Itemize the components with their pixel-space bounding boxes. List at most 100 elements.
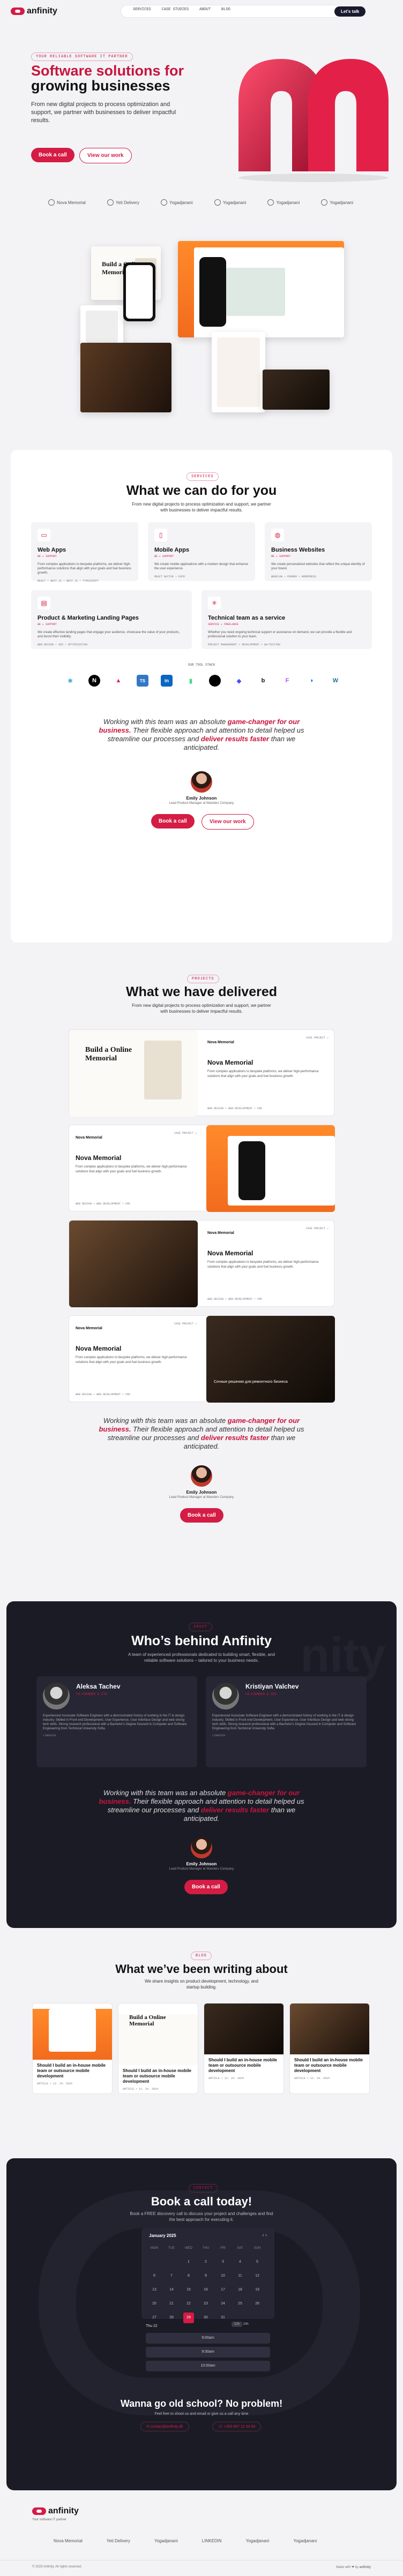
service-card-web-apps[interactable]: ▭ Web Apps WE ▸ SUPPORT From complex appl… <box>31 522 138 583</box>
testimonial-name: Emily Johnson <box>186 796 217 801</box>
calendar-day[interactable]: 23 <box>200 2299 211 2309</box>
hero-book-call-button[interactable]: Book a call <box>31 148 74 162</box>
service-card-tech-team[interactable]: ✳ Technical team as a service SERVICE ▸ F… <box>202 590 372 649</box>
weekday-label: TUE <box>168 2247 175 2250</box>
android-icon: ▮ <box>189 677 193 684</box>
logo-mark-icon <box>32 2507 46 2515</box>
service-card-landing-pages[interactable]: ▤ Product & Marketing Landing Pages WE ▸ … <box>31 590 192 649</box>
next-month-icon[interactable]: › <box>265 2232 267 2238</box>
footer-client-logo: Yogadjanani <box>154 2539 178 2543</box>
blog-section: BLOG What we’ve been writing about We sh… <box>0 1949 403 2164</box>
calendar-day[interactable]: 5 <box>252 2257 263 2268</box>
blog-post-card[interactable]: Should I build an in-house mobile team o… <box>289 2003 370 2094</box>
project-card[interactable]: Nova Memorial CASE PROJECT ↗ Nova Memoria… <box>69 1125 335 1212</box>
hero-view-work-button[interactable]: View our work <box>79 148 132 163</box>
calendar-day[interactable]: 31 <box>218 2313 228 2323</box>
footer-client-logo: LINKEDIN <box>202 2539 222 2543</box>
showcase-phone-shot <box>123 262 155 321</box>
showcase-photo-shot <box>80 343 171 412</box>
client-logo: Yogadjanani <box>321 199 353 206</box>
bootstrap-icon: b <box>261 677 265 684</box>
testimonial-role: Lead Product Manager at Wanders Company <box>169 1867 234 1871</box>
time-slot[interactable]: 9:00am <box>146 2333 270 2344</box>
calendar-day[interactable]: 27 <box>149 2313 160 2323</box>
calendar-day[interactable]: 8 <box>183 2271 194 2281</box>
blog-post-card[interactable]: Build a Online Memorial Should I build a… <box>118 2003 198 2094</box>
calendar-day[interactable]: 20 <box>149 2299 160 2309</box>
calendar-day[interactable]: 10 <box>218 2271 228 2281</box>
calendar-day[interactable]: 21 <box>166 2299 177 2309</box>
calendar-day[interactable]: 16 <box>200 2285 211 2295</box>
calendar-nav: ‹ › <box>262 2232 267 2238</box>
project-card[interactable]: Build a Online Memorial Nova Memorial CASE… <box>69 1029 334 1117</box>
calendar-day[interactable]: 6 <box>149 2271 160 2281</box>
calendar-day[interactable]: 13 <box>149 2285 160 2295</box>
calendar-day[interactable]: 22 <box>183 2299 194 2309</box>
hero-title: Software solutions for growing businesses <box>31 63 184 94</box>
project-text: Nova Memorial CASE PROJECT ↗ Nova Memoria… <box>207 1036 329 1110</box>
phone-icon: ☏ <box>218 2425 224 2429</box>
time-slot[interactable]: 10:00am <box>146 2361 270 2371</box>
calendar-day[interactable]: 3 <box>218 2257 228 2268</box>
calendar-day[interactable]: 18 <box>235 2285 245 2295</box>
testimonial-quote: Working with this team was an absolute g… <box>99 718 304 751</box>
time-slot[interactable]: 9:30am <box>146 2347 270 2357</box>
work-book-call-button[interactable]: Book a call <box>180 1508 223 1523</box>
footer-logo[interactable]: anfinity <box>32 2506 79 2516</box>
monitor-icon: ▭ <box>38 529 50 541</box>
calendar-day[interactable]: 7 <box>166 2271 177 2281</box>
react-icon: ⚛ <box>68 677 73 684</box>
weekday-label: SAT <box>237 2247 243 2250</box>
calendar-day[interactable]: 17 <box>218 2285 228 2295</box>
blog-post-card[interactable]: Should I build an in-house mobile team o… <box>204 2003 284 2094</box>
calendar-day[interactable]: 2 <box>200 2257 211 2268</box>
email-link[interactable]: ✉ contact@anfinity.dk <box>140 2422 189 2431</box>
project-image <box>69 1221 198 1307</box>
service-card-business-websites[interactable]: ◍ Business Websites WE ▸ SUPPORT We creat… <box>265 522 372 581</box>
time-format-toggle[interactable]: 12h 24h <box>232 2322 249 2327</box>
calendar-day[interactable]: 9 <box>200 2271 211 2281</box>
calendar-day[interactable]: 4 <box>235 2257 245 2268</box>
client-logo: Yogadjanani <box>214 199 246 206</box>
team-subtitle: A team of experienced professionals dedi… <box>128 1652 275 1663</box>
calendar-day[interactable]: 1 <box>183 2257 194 2268</box>
showcase-collage: Build a Online Memorial <box>0 230 403 445</box>
calendar-day[interactable]: 30 <box>200 2313 211 2323</box>
calendar-day[interactable]: 28 <box>166 2313 177 2323</box>
weekday-label: SUN <box>253 2247 261 2250</box>
alt-contact-subtitle: Feel free to shoot us and email or give … <box>154 2412 249 2416</box>
calendar-day[interactable]: 11 <box>235 2271 245 2281</box>
blog-post-card[interactable]: Should I build an in-house mobile team o… <box>32 2003 113 2094</box>
service-card-mobile-apps[interactable]: ▯ Mobile Apps WE ▸ SUPPORT We create mobi… <box>148 522 255 581</box>
calendar-day[interactable]: 14 <box>166 2285 177 2295</box>
team-book-call-button[interactable]: Book a call <box>184 1880 228 1894</box>
calendar-day[interactable]: 25 <box>235 2299 245 2309</box>
calendar-day[interactable]: 26 <box>252 2299 263 2309</box>
member-photo <box>212 1683 239 1709</box>
hero-brand-3d-icon <box>238 59 389 182</box>
project-card[interactable]: Nova Memorial CASE PROJECT ↗ Nova Memoria… <box>69 1220 334 1307</box>
phone-link[interactable]: ☏ +359 887 12 34 56 <box>212 2422 262 2431</box>
weekday-label: THU <box>202 2247 210 2250</box>
typescript-icon: TS <box>137 675 148 687</box>
calendar-day[interactable]: 12 <box>252 2271 263 2281</box>
team-section: nity ABOUT Who’s behind Anfinity A team … <box>6 1601 397 1928</box>
services-book-call-button[interactable]: Book a call <box>151 814 195 828</box>
services-view-work-button[interactable]: View our work <box>202 814 254 830</box>
calendar-day[interactable]: 24 <box>218 2299 228 2309</box>
project-card[interactable]: Nova Memorial CASE PROJECT ↗ Nova Memoria… <box>69 1315 335 1403</box>
site-footer: anfinity Your software IT partner Nova M… <box>0 2506 403 2576</box>
calendar-day[interactable]: 19 <box>252 2285 263 2295</box>
prev-month-icon[interactable]: ‹ <box>262 2232 264 2238</box>
linkedin-link[interactable]: LINKEDIN <box>43 1734 191 1737</box>
testimonial-avatar <box>191 1837 212 1858</box>
calendar-day[interactable]: 29 <box>183 2313 194 2323</box>
services-tag: SERVICES <box>186 472 219 481</box>
testimonial-avatar <box>191 1465 212 1487</box>
calendar-grid: MON TUE WED THU FRI SAT SUN 1 2 3 4 5 6 7 8 9 10 11 12 13 14… <box>149 2243 263 2323</box>
alt-contact-title: Wanna go old school? No problem! <box>120 2398 283 2409</box>
showcase-mobile-shot <box>212 332 265 412</box>
project-image <box>206 1125 335 1212</box>
linkedin-link[interactable]: LINKEDIN <box>212 1734 360 1737</box>
calendar-day[interactable]: 15 <box>183 2285 194 2295</box>
